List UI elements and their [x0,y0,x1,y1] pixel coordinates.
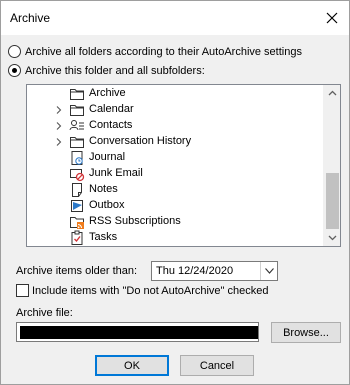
archive-all-label: Archive all folders according to their A… [25,45,302,58]
contacts-icon [69,118,85,134]
include-do-not-archive-label: Include items with "Do not AutoArchive" … [32,284,269,297]
archive-this-label: Archive this folder and all subfolders: [25,64,205,77]
folder-item-label: Calendar [89,103,134,115]
folder-item[interactable]: Outbox [27,198,323,214]
scroll-up-icon[interactable] [327,88,338,99]
folder-icon [69,86,85,102]
include-do-not-archive-option[interactable]: Include items with "Do not AutoArchive" … [16,284,268,297]
older-than-label: Archive items older than: [16,265,138,277]
date-dropdown-button[interactable] [260,262,277,280]
close-icon [326,12,338,24]
folder-item[interactable]: Contacts [27,118,323,134]
folder-item-label: Notes [89,183,118,195]
folder-item-label: Junk Email [89,167,143,179]
folder-item[interactable]: Calendar [27,102,323,118]
folder-item-label: Contacts [89,119,133,131]
archive-all-radio[interactable] [8,45,21,58]
include-do-not-archive-checkbox[interactable] [16,284,29,297]
folder-tree[interactable]: Archive Calendar Contacts Conversation Hist… [26,84,341,247]
folder-item-label: Conversation History [89,135,192,147]
folder-item-label: Journal [89,151,126,163]
older-than-date-picker[interactable]: Thu 12/24/2020 [151,261,278,281]
title-bar: Archive [1,1,349,35]
folder-icon [69,134,85,150]
folder-item-label: Outbox [89,199,125,211]
browse-button[interactable]: Browse... [271,322,341,343]
older-than-date-value: Thu 12/24/2020 [156,265,234,277]
ok-button[interactable]: OK [95,355,169,376]
chevron-right-icon[interactable] [54,137,64,147]
scroll-thumb[interactable] [326,173,339,229]
folder-item-label: RSS Subscriptions [89,215,181,227]
journal-icon [69,150,85,166]
notes-icon [69,182,85,198]
archive-all-option[interactable]: Archive all folders according to their A… [8,45,302,58]
cancel-button[interactable]: Cancel [180,355,254,376]
folder-item-label: Archive [89,87,126,99]
calendar-icon [69,102,85,118]
junk-icon [69,166,85,182]
close-button[interactable] [319,5,345,31]
folder-item[interactable]: Notes [27,182,323,198]
folder-item[interactable]: Tasks [27,230,323,246]
archive-this-option[interactable]: Archive this folder and all subfolders: [8,64,205,77]
dialog-title: Archive [10,11,51,25]
archive-file-input[interactable]: C:\Users\redacted\Documents\Outlook File… [16,322,259,342]
chevron-right-icon[interactable] [54,105,64,115]
chevron-down-icon [264,268,274,274]
archive-this-radio[interactable] [8,64,21,77]
folder-item[interactable]: RSS Subscriptions [27,214,323,230]
rss-icon [69,214,85,230]
archive-file-path: C:\Users\redacted\Documents\Outlook File… [20,326,258,339]
chevron-right-icon[interactable] [54,121,64,131]
archive-file-label: Archive file: [16,307,73,319]
folder-item[interactable]: Archive [27,86,323,102]
tasks-icon [69,230,85,246]
folder-item[interactable]: Junk Email [27,166,323,182]
folder-item-label: Tasks [89,231,118,243]
folder-item[interactable]: Conversation History [27,134,323,150]
folder-item[interactable]: Journal [27,150,323,166]
scroll-down-icon[interactable] [327,232,338,243]
outbox-icon [69,198,85,214]
tree-scrollbar[interactable] [323,85,340,246]
archive-dialog: Archive Archive all folders according to… [0,0,350,385]
